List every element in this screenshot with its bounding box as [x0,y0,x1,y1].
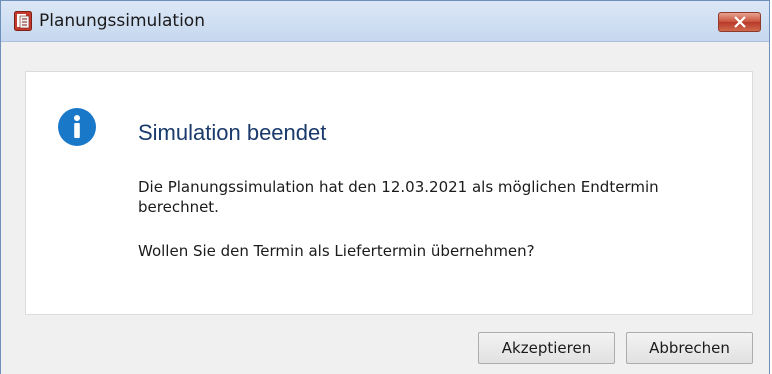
dialog-window: Planungssimulation Simulation beendet Di… [0,0,770,374]
dialog-message: Die Planungssimulation hat den 12.03.202… [138,178,659,216]
accept-button[interactable]: Akzeptieren [478,332,615,364]
title-bar[interactable]: Planungssimulation [1,1,769,42]
app-icon [14,11,32,31]
cancel-button[interactable]: Abbrechen [626,332,753,364]
dialog-heading: Simulation beendet [138,120,327,145]
close-button[interactable] [718,12,761,32]
close-icon [734,16,746,28]
info-icon [57,107,97,147]
dialog-question: Wollen Sie den Termin als Liefertermin ü… [138,242,535,260]
message-panel: Simulation beendet Die Planungssimulatio… [25,71,753,315]
window-title: Planungssimulation [39,11,205,31]
